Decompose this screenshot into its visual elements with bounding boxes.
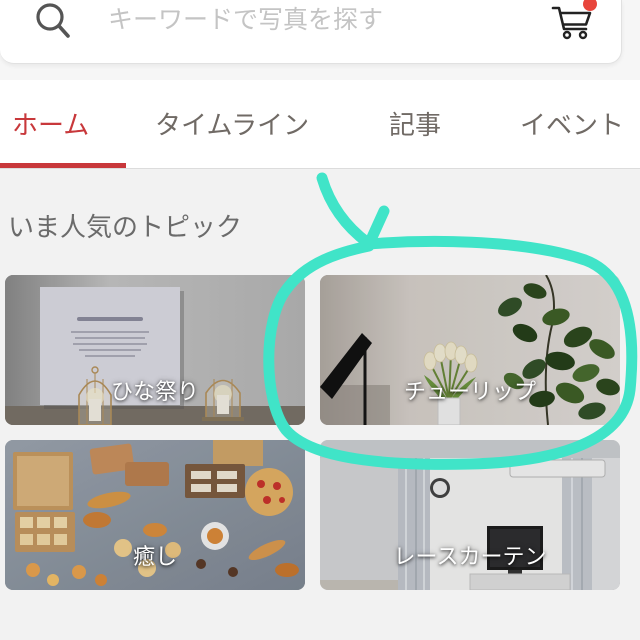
cart-button[interactable] (550, 0, 597, 42)
tab-bar: ホーム タイムライン 記事 イベント (0, 80, 640, 169)
topic-card-hina-matsuri[interactable]: ひな祭り (5, 275, 305, 425)
topic-label: 癒し (132, 545, 177, 570)
search-icon-glyph (36, 3, 70, 38)
tab-events[interactable]: イベント (520, 110, 624, 142)
topic-card-tulip[interactable]: チューリップ (320, 275, 620, 425)
active-tab-indicator (0, 163, 126, 168)
topic-label: レースカーテン (393, 545, 547, 570)
search-input[interactable] (108, 1, 528, 37)
tab-home[interactable]: ホーム (12, 110, 89, 142)
topic-label: ひな祭り (110, 380, 199, 405)
cart-icon-basket (560, 11, 592, 26)
header (0, 0, 640, 80)
tab-timeline[interactable]: タイムライン (155, 110, 309, 142)
annotation-arrow-head (363, 205, 390, 250)
tab-articles[interactable]: 記事 (389, 110, 441, 142)
search-icon[interactable] (30, 0, 74, 42)
topic-card-lace-curtain[interactable]: レースカーテン (320, 440, 620, 590)
topic-label: チューリップ (403, 380, 536, 405)
section-title: いま人気のトピック (8, 213, 243, 243)
annotation-arrow-shaft (316, 172, 374, 249)
cart-icon-wheel-left (562, 30, 572, 40)
topic-card-iyashi[interactable]: 癒し (5, 440, 305, 590)
search-icon-handle (57, 24, 70, 38)
cart-icon-wheel-right (578, 30, 588, 40)
cart-icon-frame (551, 6, 588, 31)
